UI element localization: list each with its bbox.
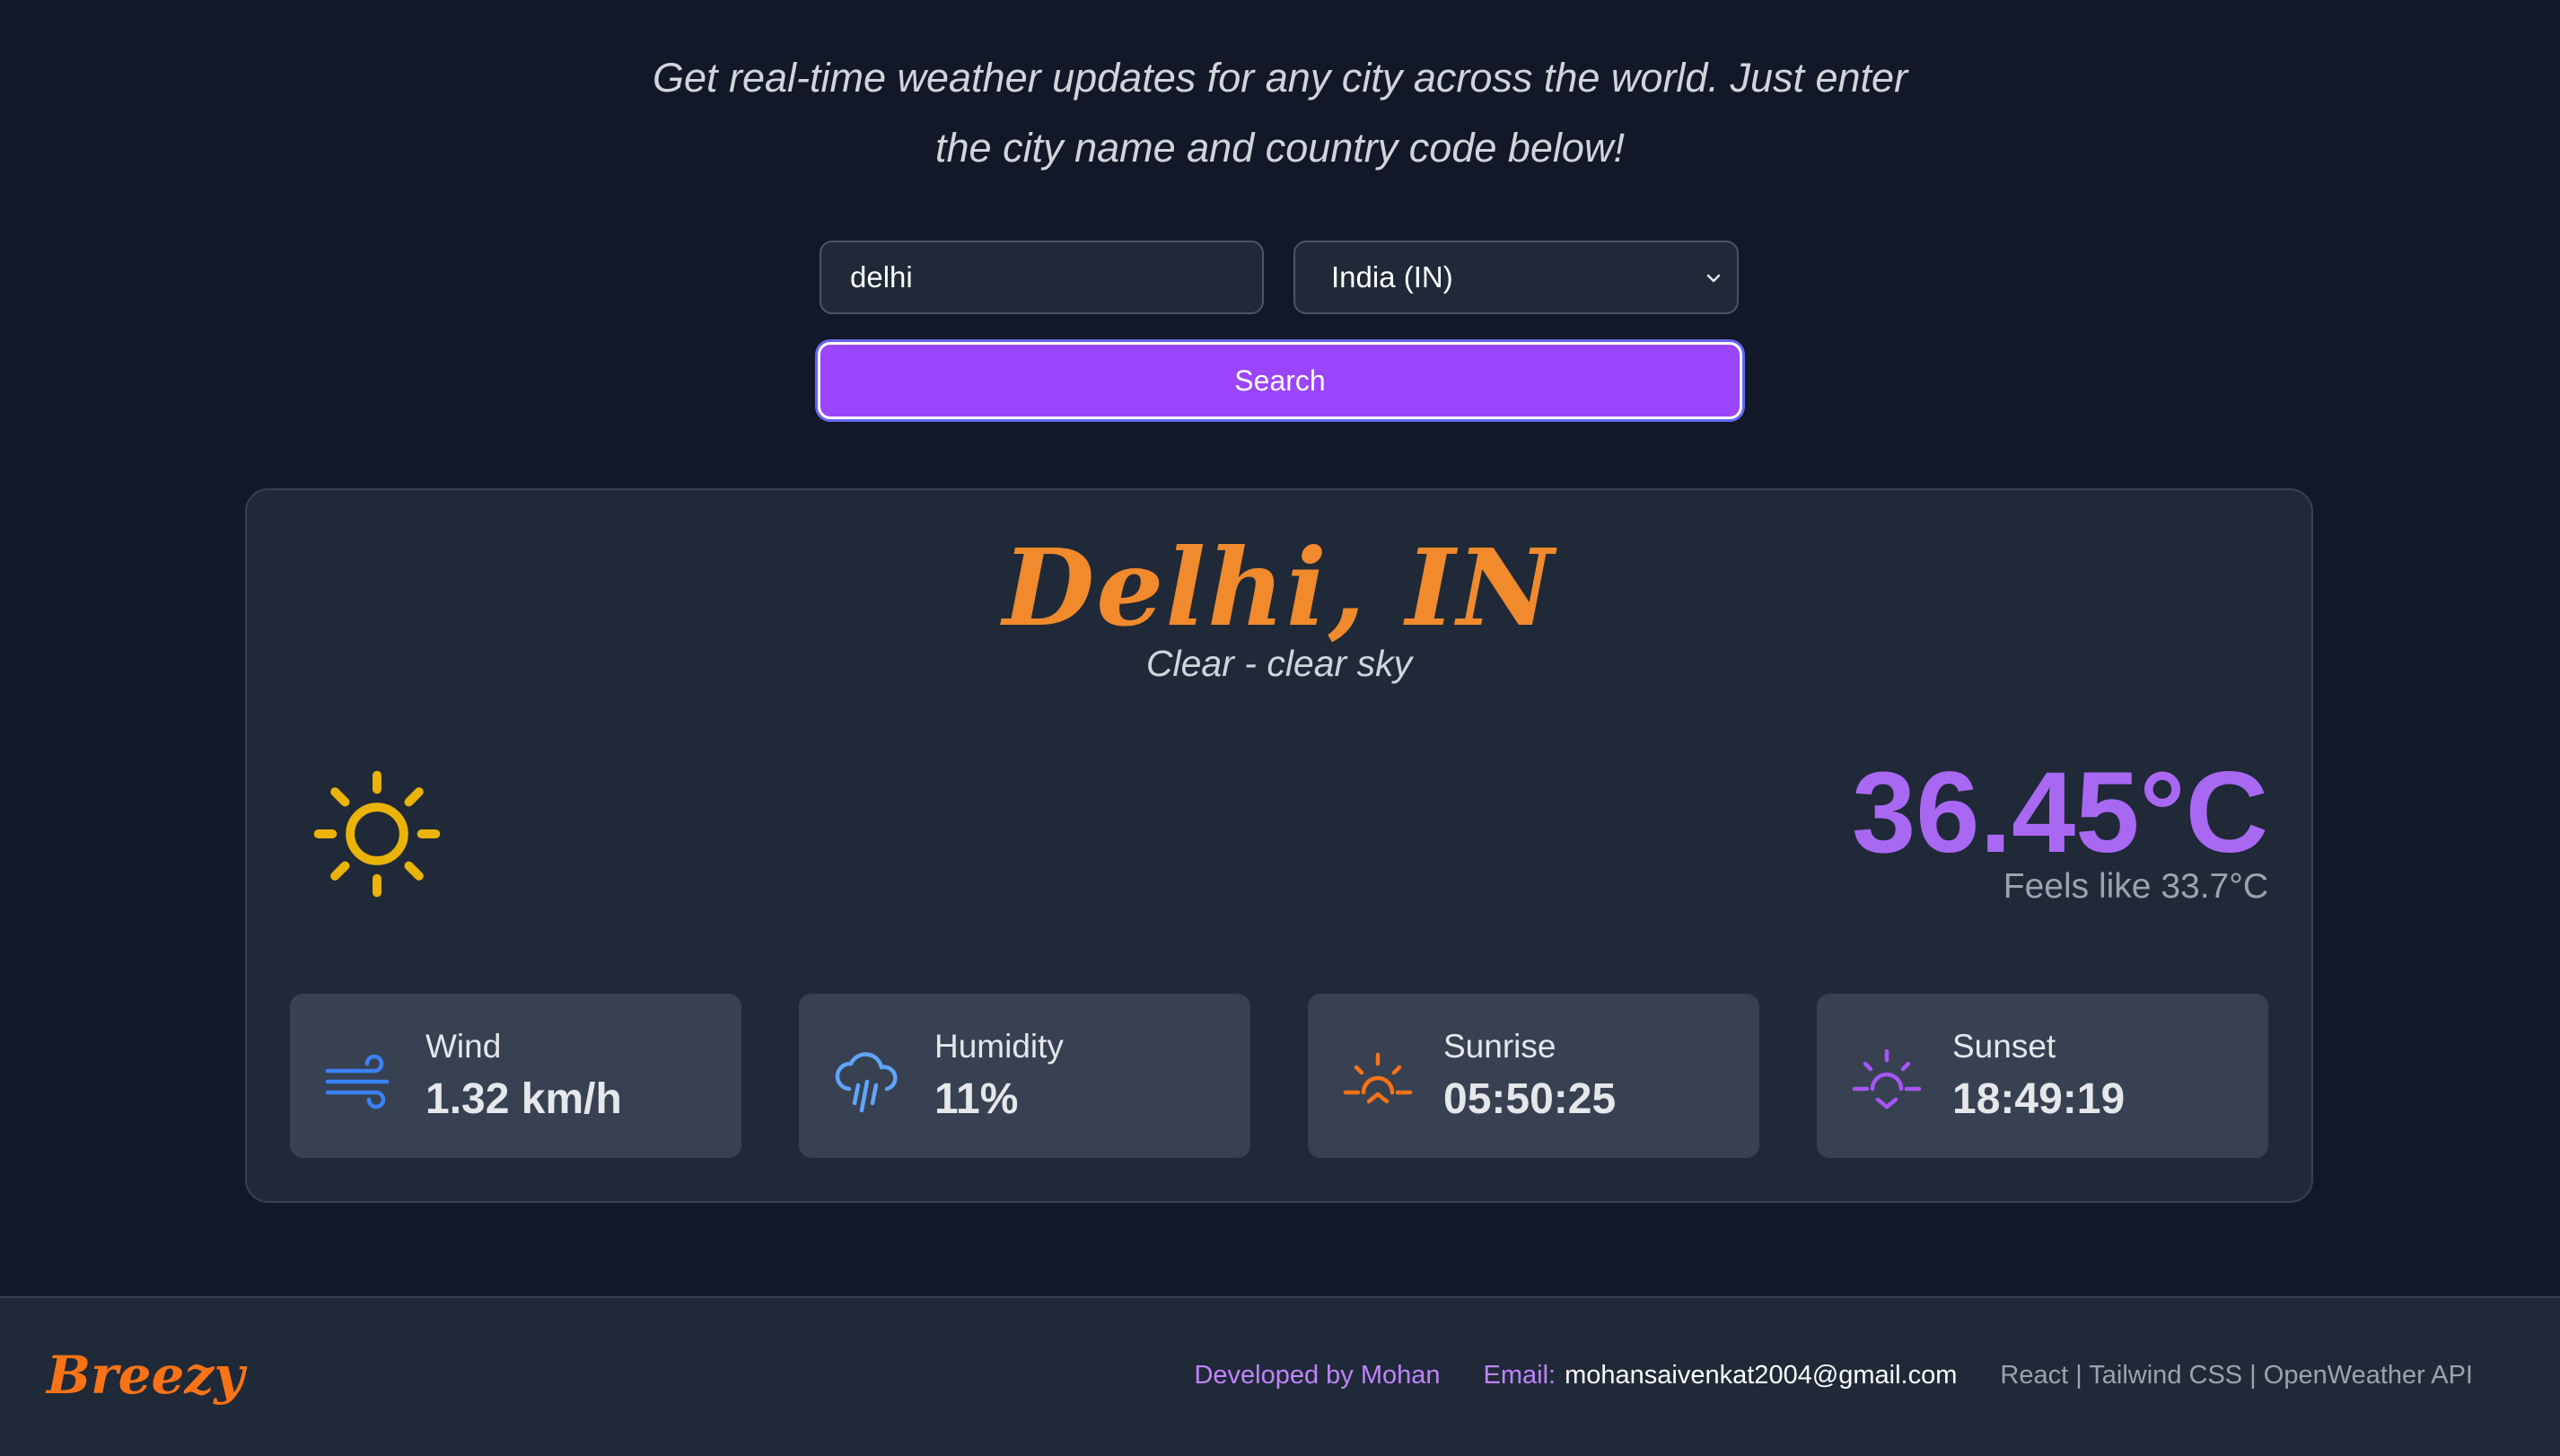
stat-card-humidity: Humidity 11% bbox=[799, 994, 1250, 1158]
weather-condition: Clear - clear sky bbox=[1145, 643, 1413, 684]
stat-card-sunrise: Sunrise 05:50:25 bbox=[1308, 994, 1759, 1158]
wind-icon bbox=[325, 1054, 390, 1110]
stat-label-sunrise: Sunrise bbox=[1443, 1028, 1556, 1065]
email-link[interactable]: mohansaivenkat2004@gmail.com bbox=[1565, 1361, 1957, 1390]
developer-credit: Developed by Mohan bbox=[1194, 1361, 1441, 1390]
weather-app: Get real-time weather updates for any ci… bbox=[0, 0, 2560, 1456]
email-label: Email: bbox=[1483, 1361, 1556, 1390]
stat-card-sunset: Sunset 18:49:19 bbox=[1817, 994, 2268, 1158]
search-button-label: Search bbox=[1234, 364, 1326, 397]
stat-label-humidity: Humidity bbox=[934, 1028, 1064, 1065]
stat-label-sunset: Sunset bbox=[1952, 1028, 2056, 1065]
city-title: Delhi, IN bbox=[1002, 525, 1556, 650]
weather-card: Delhi, IN Clear - clear sky 36.45°C Feel… bbox=[245, 488, 2313, 1203]
intro-text: Get real-time weather updates for any ci… bbox=[0, 43, 2560, 183]
brand-logo[interactable]: Breezy bbox=[47, 1345, 244, 1406]
intro-line-2: the city name and country code below! bbox=[935, 125, 1625, 171]
chevron-down-icon bbox=[1706, 274, 1721, 283]
city-input[interactable]: delhi bbox=[820, 241, 1264, 314]
stat-value-sunrise: 05:50:25 bbox=[1443, 1075, 1617, 1123]
temperature-value: 36.45°C bbox=[1852, 749, 2268, 877]
sunset-icon bbox=[1852, 1048, 1922, 1110]
country-select-value: India (IN) bbox=[1331, 260, 1453, 294]
stat-value-wind: 1.32 km/h bbox=[425, 1075, 622, 1123]
search-button[interactable]: Search bbox=[818, 342, 1742, 419]
feels-like-text: Feels like 33.7°C bbox=[2003, 867, 2268, 906]
sun-icon bbox=[313, 770, 441, 898]
cloud-rain-icon bbox=[835, 1052, 898, 1113]
country-select[interactable]: India (IN) bbox=[1293, 241, 1739, 314]
tech-stack-text: React | Tailwind CSS | OpenWeather API bbox=[2000, 1361, 2473, 1390]
footer-links: Developed by Mohan Email: mohansaivenkat… bbox=[1194, 1361, 2473, 1390]
stat-value-humidity: 11% bbox=[934, 1075, 1019, 1123]
city-input-value: delhi bbox=[850, 260, 913, 294]
stat-value-sunset: 18:49:19 bbox=[1952, 1075, 2126, 1123]
footer: Breezy Developed by Mohan Email: mohansa… bbox=[0, 1296, 2560, 1456]
stat-card-wind: Wind 1.32 km/h bbox=[290, 994, 741, 1158]
stat-label-wind: Wind bbox=[425, 1028, 502, 1065]
sunrise-icon bbox=[1343, 1052, 1413, 1104]
intro-line-1: Get real-time weather updates for any ci… bbox=[652, 55, 1908, 101]
